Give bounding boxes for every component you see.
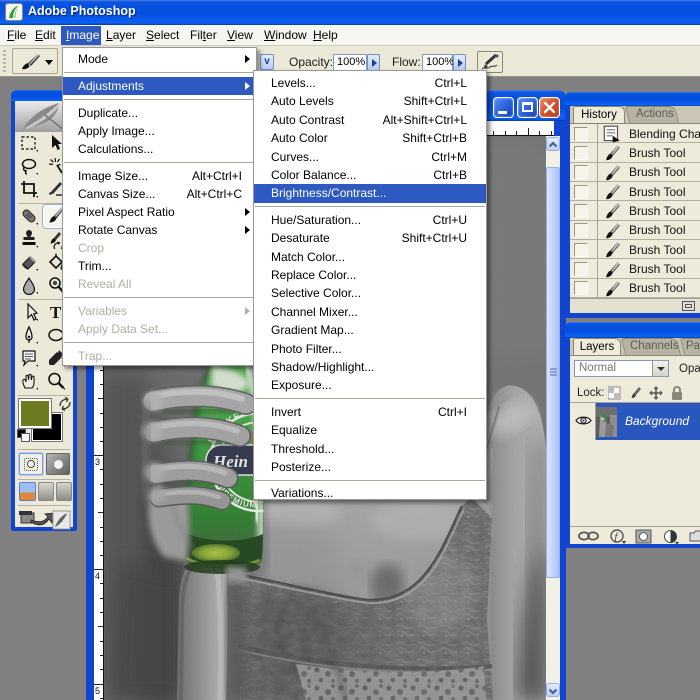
- svg-text:T: T: [50, 303, 62, 322]
